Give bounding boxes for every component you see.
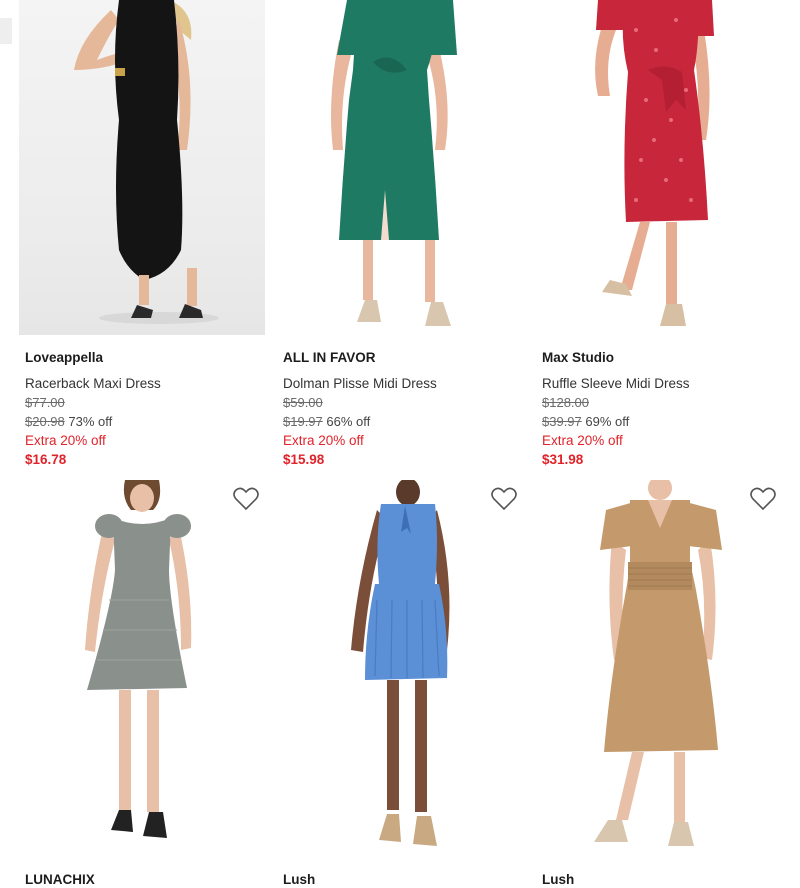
sale-price-line: $19.97 66% off [283, 414, 370, 429]
extra-discount-label: Extra 20% off [25, 433, 106, 448]
green-midi-dress-photo [331, 0, 457, 326]
product-card[interactable]: Lush [277, 480, 527, 888]
heart-outline-icon[interactable] [490, 486, 518, 512]
discount-percent: 69% off [585, 414, 630, 429]
product-brand[interactable]: ALL IN FAVOR [283, 350, 376, 365]
product-name[interactable]: Dolman Plisse Midi Dress [283, 376, 437, 391]
product-name[interactable]: Racerback Maxi Dress [25, 376, 161, 391]
product-brand[interactable]: LUNACHIX [25, 872, 95, 887]
red-print-midi-dress-photo [595, 0, 714, 326]
heart-outline-icon[interactable] [232, 486, 260, 512]
discount-percent: 73% off [68, 414, 113, 429]
original-price: $59.00 [283, 395, 323, 410]
heart-outline-icon[interactable] [749, 486, 777, 512]
gray-mini-dress-photo [85, 480, 192, 838]
product-brand[interactable]: Lush [283, 872, 315, 887]
product-card[interactable]: LUNACHIX [19, 480, 269, 888]
product-card[interactable]: Max Studio Ruffle Sleeve Midi Dress $128… [536, 0, 786, 470]
final-price: $15.98 [283, 452, 325, 467]
product-brand[interactable]: Loveappella [25, 350, 103, 365]
product-name[interactable]: Ruffle Sleeve Midi Dress [542, 376, 690, 391]
product-image[interactable] [19, 480, 265, 858]
blue-halter-mini-dress-photo [351, 480, 450, 846]
compare-price: $19.97 [283, 414, 323, 429]
compare-price: $20.98 [25, 414, 65, 429]
product-brand[interactable]: Max Studio [542, 350, 614, 365]
product-image[interactable] [277, 480, 523, 858]
product-image[interactable] [19, 0, 265, 335]
product-card[interactable]: Loveappella Racerback Maxi Dress $77.00 … [19, 0, 269, 470]
product-image[interactable] [536, 480, 782, 858]
extra-discount-label: Extra 20% off [542, 433, 623, 448]
product-brand[interactable]: Lush [542, 872, 574, 887]
product-card[interactable]: Lush [536, 480, 786, 888]
sale-price-line: $39.97 69% off [542, 414, 629, 429]
sale-price-line: $20.98 73% off [25, 414, 112, 429]
extra-discount-label: Extra 20% off [283, 433, 364, 448]
product-image[interactable] [277, 0, 523, 335]
tan-smocked-midi-dress-photo [594, 480, 722, 846]
original-price: $128.00 [542, 395, 589, 410]
final-price: $31.98 [542, 452, 584, 467]
original-price: $77.00 [25, 395, 65, 410]
scroll-tab [0, 18, 12, 44]
compare-price: $39.97 [542, 414, 582, 429]
final-price: $16.78 [25, 452, 67, 467]
discount-percent: 66% off [326, 414, 371, 429]
product-image[interactable] [536, 0, 782, 335]
black-maxi-dress-photo [74, 0, 219, 324]
product-card[interactable]: ALL IN FAVOR Dolman Plisse Midi Dress $5… [277, 0, 527, 470]
